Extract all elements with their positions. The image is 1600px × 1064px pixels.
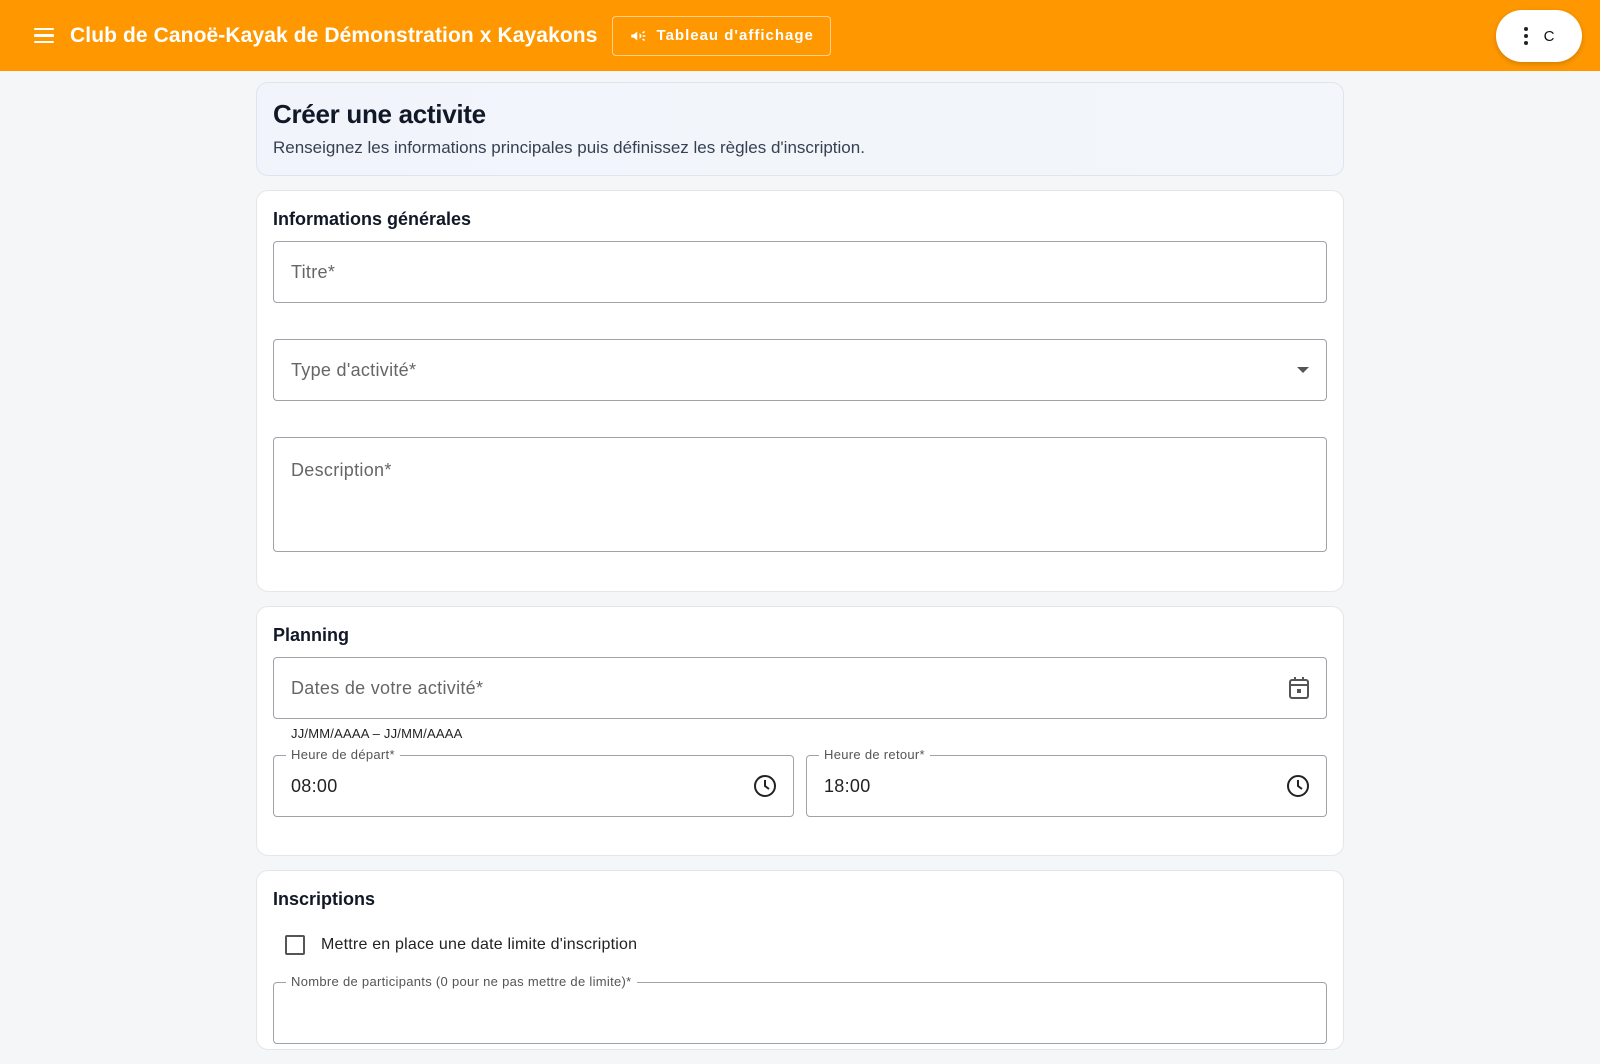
activity-type-select[interactable]: Type d'activité* bbox=[273, 339, 1327, 401]
description-textarea[interactable]: Description* bbox=[273, 437, 1327, 552]
deadline-checkbox-label: Mettre en place une date limite d'inscri… bbox=[321, 936, 638, 953]
user-menu-button[interactable]: C bbox=[1496, 10, 1582, 62]
activity-type-placeholder: Type d'activité* bbox=[291, 359, 417, 380]
general-info-title: Informations générales bbox=[273, 209, 472, 229]
description-placeholder: Description* bbox=[291, 460, 392, 480]
planning-card: Planning Dates de votre activité* JJ/MM/… bbox=[256, 606, 1344, 856]
title-placeholder: Titre* bbox=[291, 261, 336, 282]
registrations-card: Inscriptions Mettre en place une date li… bbox=[256, 870, 1344, 1050]
return-time-input[interactable]: Heure de retour* 18:00 bbox=[806, 747, 1327, 817]
calendar-icon[interactable] bbox=[1288, 676, 1310, 700]
bulletin-board-button[interactable]: Tableau d'affichage bbox=[611, 15, 831, 56]
participants-label: Nombre de participants (0 pour ne pas me… bbox=[286, 974, 637, 989]
general-info-card: Informations générales Titre* Type d'act… bbox=[256, 190, 1344, 592]
participants-input[interactable]: Nombre de participants (0 pour ne pas me… bbox=[273, 974, 1327, 1044]
menu-icon[interactable] bbox=[28, 20, 60, 52]
top-app-bar: Club de Canoë-Kayak de Démonstration x K… bbox=[0, 0, 1600, 71]
megaphone-icon bbox=[630, 30, 646, 41]
return-time-value: 18:00 bbox=[824, 775, 871, 796]
return-time-label: Heure de retour* bbox=[819, 747, 930, 762]
more-vertical-icon bbox=[1523, 27, 1528, 45]
page-subtitle: Renseignez les informations principales … bbox=[273, 138, 865, 157]
departure-time-label: Heure de départ* bbox=[286, 747, 400, 762]
activity-dates-placeholder: Dates de votre activité* bbox=[291, 677, 484, 698]
activity-form: Créer une activite Renseignez les inform… bbox=[256, 82, 1344, 1064]
deadline-checkbox[interactable] bbox=[285, 935, 305, 955]
bulletin-board-label: Tableau d'affichage bbox=[656, 27, 814, 44]
dropdown-arrow-icon bbox=[1296, 366, 1310, 374]
activity-dates-input[interactable]: Dates de votre activité* bbox=[273, 657, 1327, 719]
departure-time-input[interactable]: Heure de départ* 08:00 bbox=[273, 747, 794, 817]
clock-icon[interactable] bbox=[753, 774, 777, 798]
registrations-title: Inscriptions bbox=[273, 889, 376, 909]
page-header-card: Créer une activite Renseignez les inform… bbox=[256, 82, 1344, 176]
clock-icon[interactable] bbox=[1286, 774, 1310, 798]
dates-format-hint: JJ/MM/AAAA – JJ/MM/AAAA bbox=[291, 726, 463, 741]
page-title: Créer une activite bbox=[273, 99, 486, 129]
deadline-checkbox-row[interactable]: Mettre en place une date limite d'inscri… bbox=[273, 935, 1327, 955]
app-title: Club de Canoë-Kayak de Démonstration x K… bbox=[70, 23, 598, 47]
departure-time-value: 08:00 bbox=[291, 775, 338, 796]
planning-title: Planning bbox=[273, 625, 349, 645]
avatar: C bbox=[1543, 27, 1555, 45]
title-input[interactable]: Titre* bbox=[273, 241, 1327, 303]
